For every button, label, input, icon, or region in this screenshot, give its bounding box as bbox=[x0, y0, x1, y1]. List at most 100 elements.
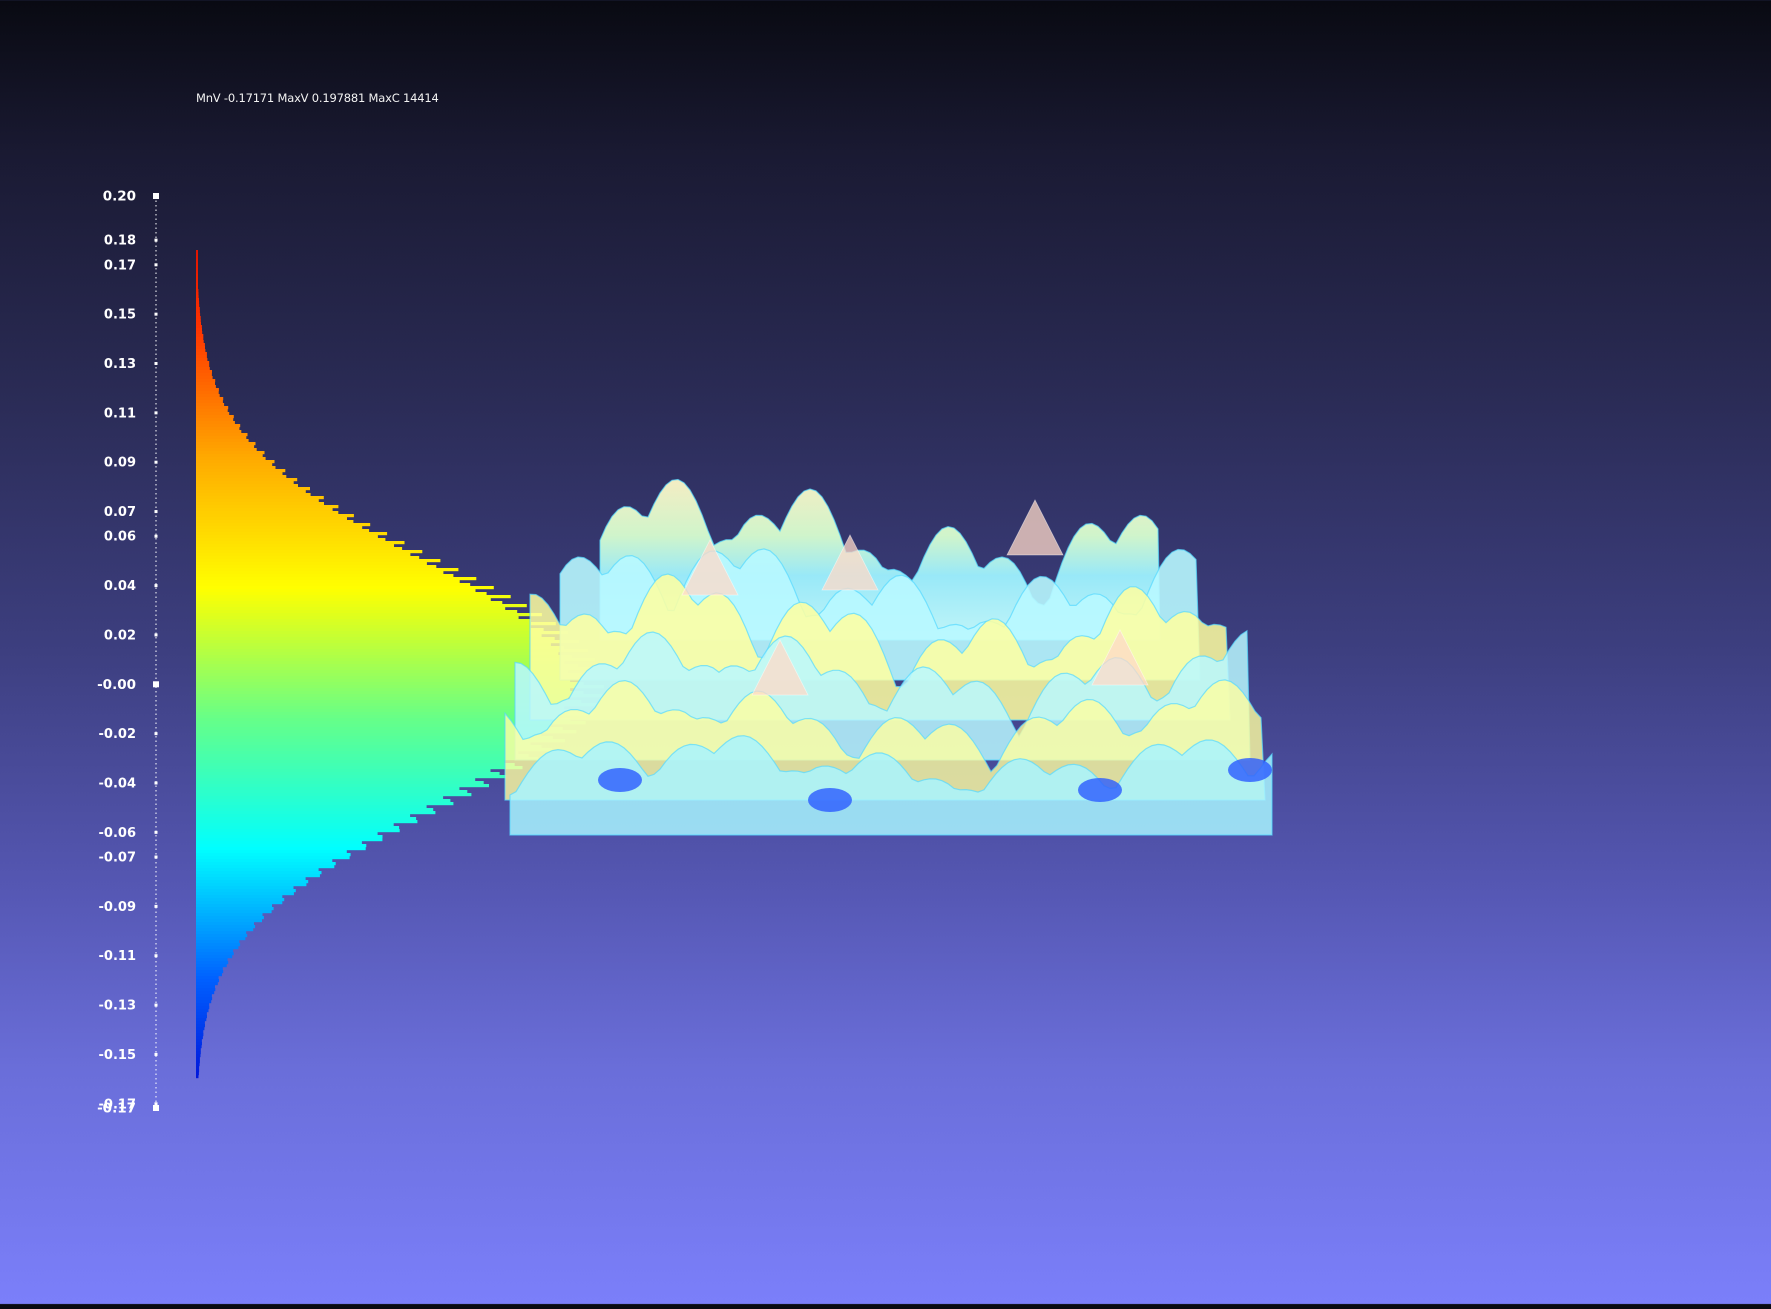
histogram-bar bbox=[196, 532, 388, 536]
histogram-bar bbox=[196, 931, 247, 935]
histogram-bar bbox=[196, 838, 383, 842]
histogram-bar bbox=[196, 490, 306, 494]
histogram-bar bbox=[196, 1057, 200, 1061]
histogram-bar bbox=[196, 967, 223, 971]
histogram-bar bbox=[196, 349, 206, 353]
histogram-bar bbox=[196, 814, 411, 818]
tick-label: 0.13 bbox=[104, 357, 136, 372]
tick-mark bbox=[153, 681, 159, 688]
histogram-bar bbox=[196, 424, 241, 428]
histogram-bar bbox=[196, 670, 569, 674]
histogram-bar bbox=[196, 892, 294, 896]
tick-label: 0.15 bbox=[104, 308, 136, 323]
histogram-bar bbox=[196, 589, 476, 593]
tick-label: 0.07 bbox=[104, 505, 136, 520]
tick-mark bbox=[153, 193, 159, 199]
tick-label: 0.02 bbox=[104, 628, 136, 643]
tick-mark bbox=[154, 362, 158, 366]
histogram-bar bbox=[196, 472, 283, 476]
histogram-bar bbox=[196, 697, 569, 701]
histogram-bar bbox=[196, 880, 309, 884]
tick-label: 0.04 bbox=[104, 579, 136, 594]
histogram-bar bbox=[196, 940, 240, 944]
histogram-bar bbox=[196, 265, 198, 269]
tick-mark bbox=[154, 510, 158, 514]
histogram-bar bbox=[196, 1009, 209, 1013]
tick-mark bbox=[154, 633, 158, 637]
histogram-bar bbox=[196, 736, 553, 740]
histogram-bar bbox=[196, 772, 500, 776]
histogram-bar bbox=[196, 499, 319, 503]
histogram-bar bbox=[196, 856, 350, 860]
histogram-bar bbox=[196, 970, 224, 974]
histogram-bar bbox=[196, 307, 200, 311]
histogram-bar bbox=[196, 925, 256, 929]
histogram-bar bbox=[196, 916, 264, 920]
tick-mark bbox=[154, 954, 158, 958]
histogram-bar bbox=[196, 988, 216, 992]
histogram-bar bbox=[196, 496, 324, 500]
3d-viewport[interactable]: 0.20 0.18 0.17 0.15 0.13 0.11 0.09 0.07 0.06 0.04… bbox=[0, 0, 1771, 1304]
histogram-bar bbox=[196, 607, 506, 611]
histogram-bar bbox=[196, 961, 229, 965]
histogram-bar bbox=[196, 751, 519, 755]
histogram-bar bbox=[196, 400, 223, 404]
histogram-bar bbox=[196, 409, 228, 413]
histogram-bar bbox=[196, 811, 436, 815]
tick-label: 0.20 bbox=[103, 189, 136, 205]
histogram-bar bbox=[196, 862, 336, 866]
histogram-bar bbox=[196, 1015, 207, 1019]
histogram-bar bbox=[196, 523, 371, 527]
histogram-bar bbox=[196, 418, 234, 422]
height-surface-mesh[interactable] bbox=[504, 478, 1273, 836]
tick-mark bbox=[153, 1105, 159, 1111]
tick-mark bbox=[154, 584, 158, 588]
histogram-bar bbox=[196, 649, 588, 653]
histogram-bar bbox=[196, 415, 234, 419]
histogram-bar bbox=[196, 604, 527, 608]
histogram-bar bbox=[196, 526, 363, 530]
histogram-bar bbox=[196, 298, 199, 302]
range-stats-label: MnV -0.17171 MaxV 0.197881 MaxC 14414 bbox=[196, 91, 439, 105]
histogram-bar bbox=[196, 505, 339, 509]
histogram-bar bbox=[196, 625, 531, 629]
histogram-bar bbox=[196, 640, 579, 644]
histogram-bar bbox=[196, 406, 229, 410]
histogram-bar bbox=[196, 985, 215, 989]
histogram-bar bbox=[196, 529, 370, 533]
histogram-bar bbox=[196, 643, 551, 647]
tick-mark bbox=[154, 1003, 158, 1007]
histogram-bar bbox=[196, 508, 333, 512]
histogram-bar bbox=[196, 250, 198, 254]
scene-canvas[interactable]: 0.20 0.18 0.17 0.15 0.13 0.11 0.09 0.07 0.06 0.04… bbox=[0, 0, 1771, 1304]
histogram-bar bbox=[196, 340, 204, 344]
histogram-bar bbox=[196, 397, 224, 401]
histogram-bar bbox=[196, 574, 454, 578]
histogram-bar bbox=[196, 982, 218, 986]
histogram-bar bbox=[196, 457, 266, 461]
histogram-bar bbox=[196, 319, 201, 323]
histogram-bar bbox=[196, 1006, 210, 1010]
histogram-bar bbox=[196, 583, 471, 587]
tick-label: 0.18 bbox=[104, 234, 136, 249]
histogram-bar bbox=[196, 331, 203, 335]
histogram-bar bbox=[196, 484, 298, 488]
histogram-bar bbox=[196, 562, 427, 566]
histogram-bar bbox=[196, 964, 227, 968]
histogram-bar bbox=[196, 928, 254, 932]
histogram-bar bbox=[196, 364, 210, 368]
histogram-bar bbox=[196, 706, 565, 710]
histogram-bar bbox=[196, 595, 511, 599]
histogram-bar bbox=[196, 859, 333, 863]
histogram-bar bbox=[196, 763, 515, 767]
histogram-bar bbox=[196, 757, 538, 761]
tick-mark bbox=[154, 1052, 158, 1056]
histogram-bar bbox=[196, 619, 531, 623]
tick-label: -0.00 bbox=[97, 677, 136, 693]
histogram-bar bbox=[196, 724, 551, 728]
histogram-bar bbox=[196, 748, 553, 752]
histogram-bar bbox=[196, 1012, 207, 1016]
histogram-bar bbox=[196, 301, 200, 305]
surface-valley bbox=[598, 768, 642, 792]
histogram-bar bbox=[196, 445, 255, 449]
